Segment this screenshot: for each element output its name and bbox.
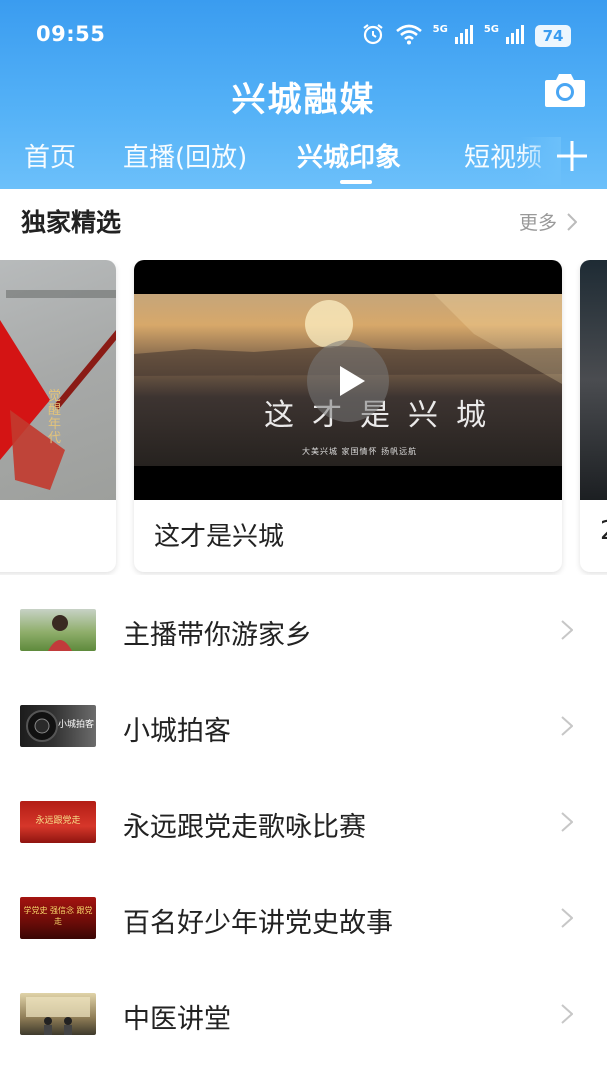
card-overlay-text: 觉醒年代 [48,389,62,446]
chevron-right-icon [561,620,573,640]
list-thumbnail: 永远跟党走 [20,801,96,843]
alarm-icon [361,22,385,50]
list-item[interactable]: 主播带你游家乡 [0,582,607,678]
signal-icon [454,23,474,49]
play-button[interactable] [307,340,389,422]
list-thumbnail: 学党史 强信念 跟党走 [20,897,96,939]
card-caption-partial: 2 [600,516,607,546]
carousel-card-main[interactable]: 这才是兴城 大美兴城 家国情怀 扬帆远航 这才是兴城 [134,260,562,572]
list-item-label: 主播带你游家乡 [123,620,312,651]
list-item[interactable]: 小城拍客 小城拍客 [0,678,607,774]
tab-xingcheng-impression[interactable]: 兴城印象 [297,137,401,174]
thumbnail-text: 小城拍客 [57,720,94,730]
chevron-right-icon [567,212,577,231]
chevron-right-icon [561,908,573,928]
status-bar: 09:55 5G 5G 74 [0,0,607,70]
list-item-label: 永远跟党走歌咏比赛 [123,812,366,843]
carousel-card-next[interactable]: 2 [580,260,607,572]
tab-home[interactable]: 首页 [24,137,76,174]
battery-indicator: 74 [535,25,571,47]
status-time: 09:55 [36,22,106,46]
camera-icon[interactable] [543,70,587,110]
thumbnail-text: 永远跟党走 [35,816,81,826]
add-channel-icon[interactable] [553,137,591,177]
thumbnail-text: 学党史 强信念 跟党走 [23,906,93,926]
chevron-right-icon [561,812,573,832]
chevron-right-icon [561,716,573,736]
list-thumbnail [20,609,96,651]
list-item-label: 中医讲堂 [123,1004,231,1035]
app-title: 兴城融媒 [231,80,376,120]
list-item[interactable]: 中医讲堂 [0,966,607,1062]
more-label[interactable]: 更多 [519,208,557,235]
list-item-label: 百名好少年讲党史故事 [123,908,393,939]
app-header: 09:55 5G 5G 74 兴城融媒 首页 直播(回放) 兴城印象 短视频 [0,0,607,189]
video-overlay-subtitle: 大美兴城 家国情怀 扬帆远航 [302,447,418,456]
list-thumbnail: 小城拍客 [20,705,96,747]
card-image [580,260,607,500]
signal-icon-2 [505,23,525,49]
card-caption: 这才是兴城 [154,522,285,552]
channel-tabs: 首页 直播(回放) 兴城印象 短视频 [0,137,607,189]
video-player[interactable]: 这才是兴城 大美兴城 家国情怀 扬帆远航 [134,260,562,500]
network-type-1: 5G [432,23,448,35]
list-item-label: 小城拍客 [123,716,231,747]
list-item[interactable]: 学党史 强信念 跟党走 百名好少年讲党史故事 [0,870,607,966]
tab-live-replay[interactable]: 直播(回放) [123,137,247,174]
list-item[interactable]: 永远跟党走 永远跟党走歌咏比赛 [0,774,607,870]
chevron-right-icon [561,1004,573,1024]
section-title: 独家精选 [21,208,122,237]
network-type-2: 5G [483,23,499,35]
wifi-icon [395,23,423,49]
card-image: 觉醒年代 [0,260,116,500]
carousel-card-previous[interactable]: 觉醒年代 [0,260,116,572]
active-tab-indicator [340,180,372,184]
list-thumbnail [20,993,96,1035]
more-link[interactable]: 更多 [519,208,577,235]
play-icon [340,366,365,396]
status-icons: 5G 5G 74 [361,22,571,50]
featured-carousel[interactable]: 觉醒年代 这才是兴城 大美兴城 家国情怀 扬帆远航 这才是兴城 2 [0,260,607,575]
